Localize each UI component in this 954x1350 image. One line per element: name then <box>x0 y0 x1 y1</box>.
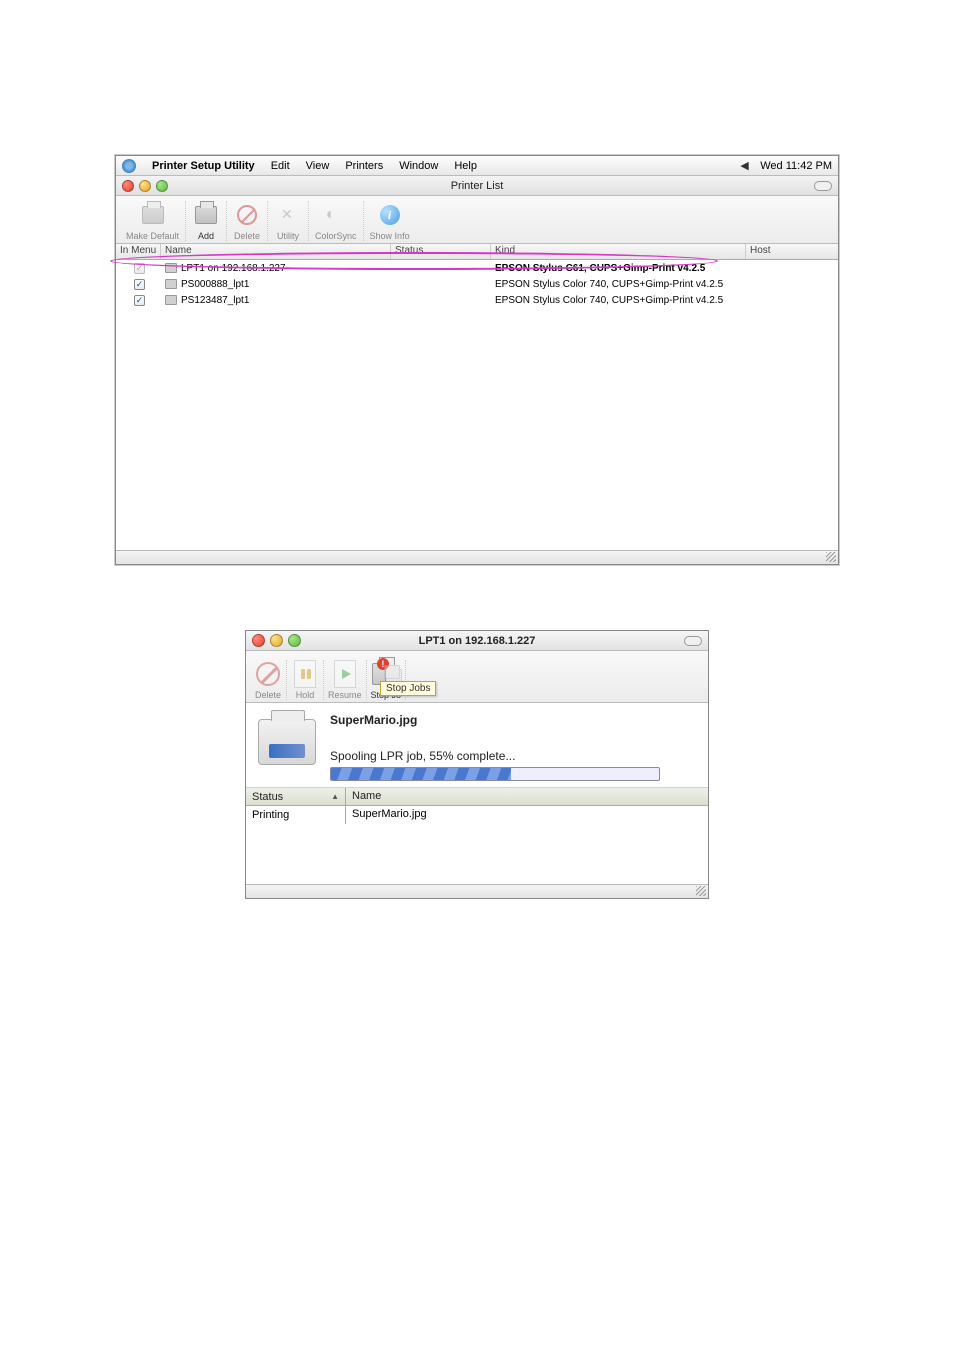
close-button[interactable] <box>252 634 265 647</box>
minimize-button[interactable] <box>270 634 283 647</box>
toolbar: Make Default Add Delete Utility ColorSyn… <box>116 196 838 244</box>
queue-list: Printing SuperMario.jpg <box>246 806 708 884</box>
show-info-button[interactable]: i Show Info <box>364 201 416 241</box>
job-status: Spooling LPR job, 55% complete... <box>330 749 696 763</box>
printer-icon <box>165 279 177 289</box>
toolbar: Delete Hold Resume Stop Jo Stop Jobs <box>246 651 708 703</box>
menu-edit[interactable]: Edit <box>263 160 298 172</box>
tooltip: Stop Jobs <box>380 681 436 696</box>
in-menu-checkbox[interactable]: ✓ <box>134 295 145 306</box>
menubar: Printer Setup Utility Edit View Printers… <box>116 156 838 176</box>
sort-indicator-icon: ▲ <box>331 792 339 801</box>
progress-bar <box>330 767 660 781</box>
info-icon: i <box>380 205 400 225</box>
menu-printers[interactable]: Printers <box>337 160 391 172</box>
utility-button[interactable]: Utility <box>268 201 309 241</box>
col-status[interactable]: Status ▲ <box>246 788 346 805</box>
resize-grip[interactable] <box>826 552 836 562</box>
current-job-panel: SuperMario.jpg Spooling LPR job, 55% com… <box>246 703 708 788</box>
printer-name: PS000888_lpt1 <box>181 279 249 290</box>
col-in-menu[interactable]: In Menu <box>116 244 161 259</box>
printer-kind: EPSON Stylus C61, CUPS+Gimp-Print v4.2.5 <box>495 263 705 274</box>
printer-icon <box>165 263 177 273</box>
make-default-label: Make Default <box>126 231 179 241</box>
statusbar <box>116 550 838 564</box>
printer-kind: EPSON Stylus Color 740, CUPS+Gimp-Print … <box>491 278 746 291</box>
add-label: Add <box>198 231 214 241</box>
pause-page-icon <box>294 660 316 688</box>
printer-add-icon <box>195 206 217 224</box>
in-menu-checkbox[interactable]: ✓ <box>134 279 145 290</box>
delete-button[interactable]: Delete <box>227 201 268 241</box>
utility-icon <box>278 206 298 224</box>
printer-row[interactable]: ✓ LPT1 on 192.168.1.227 EPSON Stylus C61… <box>116 260 838 276</box>
titlebar: LPT1 on 192.168.1.227 <box>246 631 708 651</box>
toolbar-toggle-button[interactable] <box>684 636 702 646</box>
add-button[interactable]: Add <box>186 201 227 241</box>
zoom-button[interactable] <box>288 634 301 647</box>
app-menu[interactable]: Printer Setup Utility <box>144 160 263 172</box>
printer-list-window: Printer Setup Utility Edit View Printers… <box>115 155 839 565</box>
delete-job-button[interactable]: Delete <box>250 660 287 700</box>
col-name[interactable]: Name <box>346 788 708 805</box>
queue-row[interactable]: Printing SuperMario.jpg <box>246 806 708 824</box>
no-sign-icon <box>256 662 280 686</box>
resize-grip[interactable] <box>696 886 706 896</box>
volume-icon[interactable]: ◀ <box>740 159 752 172</box>
printer-icon <box>258 719 316 765</box>
col-status-label: Status <box>252 791 283 803</box>
statusbar <box>246 884 708 898</box>
col-name[interactable]: Name <box>161 244 391 259</box>
menu-help[interactable]: Help <box>446 160 485 172</box>
queue-header: Status ▲ Name <box>246 788 708 806</box>
resume-job-button[interactable]: Resume <box>324 660 367 700</box>
colorsync-button[interactable]: ColorSync <box>309 201 364 241</box>
list-header: In Menu Name Status Kind Host <box>116 244 838 260</box>
job-filename: SuperMario.jpg <box>330 713 696 727</box>
col-kind[interactable]: Kind <box>491 244 746 259</box>
close-button[interactable] <box>122 180 134 192</box>
printer-name: LPT1 on 192.168.1.227 <box>181 263 286 274</box>
printer-kind: EPSON Stylus Color 740, CUPS+Gimp-Print … <box>491 294 746 307</box>
printer-list: ✓ LPT1 on 192.168.1.227 EPSON Stylus C61… <box>116 260 838 550</box>
play-page-icon <box>334 660 356 688</box>
show-info-label: Show Info <box>370 231 410 241</box>
printer-icon <box>165 295 177 305</box>
apple-menu-icon[interactable] <box>122 159 136 173</box>
printer-row[interactable]: ✓ PS123487_lpt1 EPSON Stylus Color 740, … <box>116 292 838 308</box>
printer-default-icon <box>142 206 164 224</box>
zoom-button[interactable] <box>156 180 168 192</box>
hold-label: Hold <box>296 690 315 700</box>
no-sign-icon <box>237 205 257 225</box>
delete-label: Delete <box>234 231 260 241</box>
make-default-button[interactable]: Make Default <box>120 201 186 241</box>
colorsync-icon <box>326 206 346 224</box>
clock[interactable]: Wed 11:42 PM <box>752 160 832 172</box>
printer-name: PS123487_lpt1 <box>181 295 249 306</box>
progress-fill <box>331 768 511 780</box>
queue-status: Printing <box>246 806 346 824</box>
hold-job-button[interactable]: Hold <box>287 660 324 700</box>
menu-view[interactable]: View <box>298 160 338 172</box>
utility-label: Utility <box>277 231 299 241</box>
titlebar: Printer List <box>116 176 838 196</box>
minimize-button[interactable] <box>139 180 151 192</box>
printer-queue-window: LPT1 on 192.168.1.227 Delete Hold Resume… <box>245 630 709 899</box>
window-title: LPT1 on 192.168.1.227 <box>419 635 536 647</box>
printer-row[interactable]: ✓ PS000888_lpt1 EPSON Stylus Color 740, … <box>116 276 838 292</box>
col-status[interactable]: Status <box>391 244 491 259</box>
delete-label: Delete <box>255 690 281 700</box>
menu-window[interactable]: Window <box>391 160 446 172</box>
in-menu-checkbox[interactable]: ✓ <box>134 263 145 274</box>
resume-label: Resume <box>328 690 362 700</box>
queue-name: SuperMario.jpg <box>346 806 708 824</box>
toolbar-toggle-button[interactable] <box>814 181 832 191</box>
window-title: Printer List <box>451 180 504 192</box>
colorsync-label: ColorSync <box>315 231 357 241</box>
col-host[interactable]: Host <box>746 244 838 259</box>
